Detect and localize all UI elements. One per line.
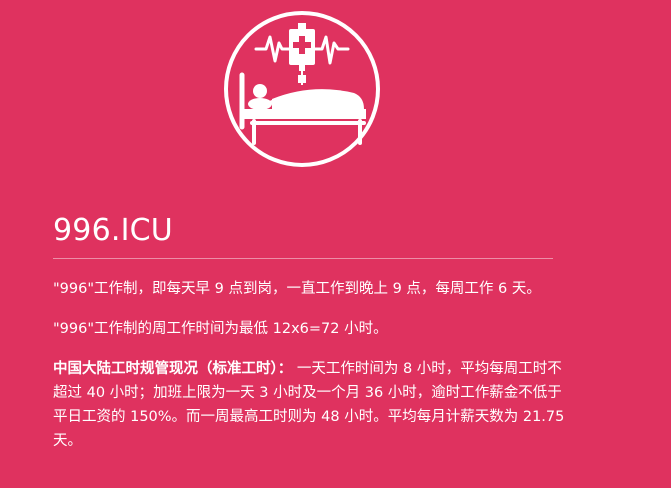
- paragraph-weekly-hours: "996"工作制的周工作时间为最低 12x6=72 小时。: [53, 321, 388, 337]
- icu-logo: [222, 9, 382, 169]
- hospital-bed-icu-icon: [224, 11, 380, 167]
- page-title: 996.ICU: [53, 213, 173, 248]
- paragraph-labor-regulation: 中国大陆工时规管现况（标准工时）： 一天工作时间为 8 小时，平均每周工时不超过…: [53, 357, 565, 453]
- main-content: "996"工作制，即每天早 9 点到岗，一直工作到晚上 9 点，每周工作 6 天…: [53, 277, 565, 453]
- paragraph-definition: "996"工作制，即每天早 9 点到岗，一直工作到晚上 9 点，每周工作 6 天…: [53, 281, 541, 297]
- title-divider: [53, 258, 553, 259]
- regulation-lead: 中国大陆工时规管现况（标准工时）：: [53, 361, 293, 377]
